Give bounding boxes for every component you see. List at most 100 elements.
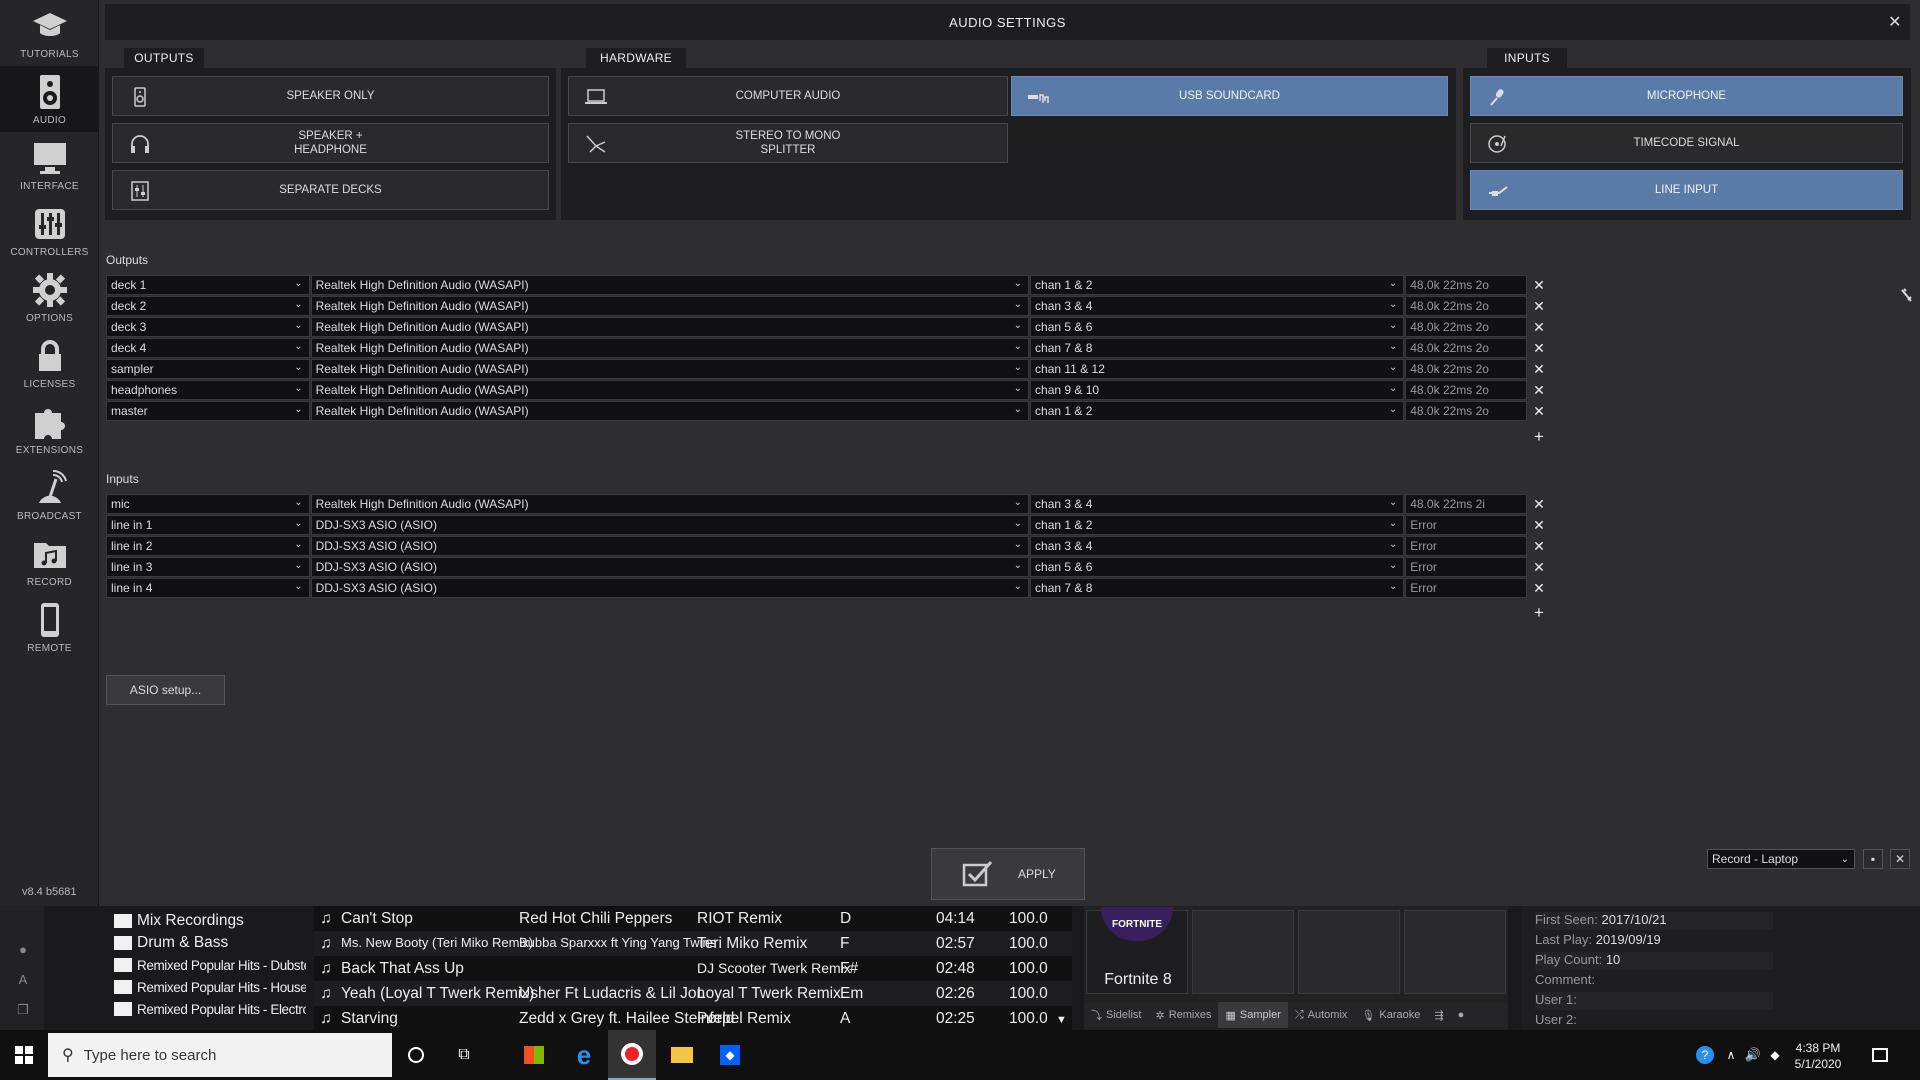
info-comment[interactable]: Comment: [1535,972,1773,990]
cortana-button[interactable] [392,1030,440,1080]
tab-remixes[interactable]: ✲ Remixes [1148,1002,1218,1028]
channel-pair-select[interactable]: chan 7 & 8 ⌄ [1030,578,1405,598]
remove-row-button[interactable]: ✕ [1528,494,1550,514]
channel-pair-select[interactable]: chan 1 & 2 ⌄ [1030,275,1405,295]
device-select[interactable]: Realtek High Definition Audio (WASAPI) ⌄ [310,401,1030,421]
remove-row-button[interactable]: ✕ [1528,557,1550,577]
dropbox-app[interactable]: ◆ [706,1030,754,1080]
channel-select[interactable]: line in 1 ⌄ [106,515,310,535]
tab-sidelist[interactable]: ⤵ Sidelist [1084,1002,1148,1028]
remove-row-button[interactable]: ✕ [1528,317,1550,337]
tab-karaoke[interactable]: 🎙 Karaoke [1354,1002,1427,1028]
close-button[interactable]: ✕ [1888,12,1902,32]
nav-options[interactable]: OPTIONS [0,264,99,330]
folder-item[interactable]: Remixed Popular Hits - Electro [114,998,306,1020]
asio-setup-button[interactable]: ASIO setup... [106,675,225,705]
device-select[interactable]: DDJ-SX3 ASIO (ASIO) ⌄ [310,578,1030,598]
taskbar-clock[interactable]: 4:38 PM 5/1/2020 [1788,1040,1848,1072]
channel-select[interactable]: line in 2 ⌄ [106,536,310,556]
info-user2[interactable]: User 2: [1535,1012,1773,1030]
channel-select[interactable]: deck 3 ⌄ [106,317,310,337]
sampler-pad-2[interactable] [1192,910,1294,994]
channel-pair-select[interactable]: chan 5 & 6 ⌄ [1030,317,1405,337]
dot-icon[interactable]: ● [12,942,34,962]
virtualdj-app[interactable] [608,1030,656,1080]
channel-pair-select[interactable]: chan 1 & 2 ⌄ [1030,401,1405,421]
folder-item[interactable]: Remixed Popular Hits - Dubstep [114,954,306,976]
remove-row-button[interactable]: ✕ [1528,401,1550,421]
track-row[interactable]: ♫ Ms. New Booty (Teri Miko Remix) Bubba Sp… [314,931,1072,956]
channel-select[interactable]: headphones ⌄ [106,380,310,400]
nav-extensions[interactable]: EXTENSIONS [0,396,99,462]
folder-item[interactable]: Drum & Bass [114,932,228,954]
sampler-pad-1[interactable]: FORTNITE Fortnite 8 [1086,907,1188,994]
scroll-down-icon[interactable]: ▼ [1056,1014,1067,1026]
store-app[interactable] [510,1030,558,1080]
computer-audio-button[interactable]: COMPUTER AUDIO [568,76,1008,116]
channel-select[interactable]: sampler ⌄ [106,359,310,379]
device-select[interactable]: DDJ-SX3 ASIO (ASIO) ⌄ [310,557,1030,577]
channel-pair-select[interactable]: chan 3 & 4 ⌄ [1030,296,1405,316]
window-icon[interactable]: ❐ [12,1002,34,1022]
text-size-icon[interactable]: A [12,972,34,992]
start-button[interactable] [0,1030,48,1080]
nav-interface[interactable]: INTERFACE [0,132,99,198]
device-select[interactable]: DDJ-SX3 ASIO (ASIO) ⌄ [310,515,1030,535]
speaker-headphone-button[interactable]: SPEAKER + HEADPHONE [112,123,549,163]
remove-row-button[interactable]: ✕ [1528,338,1550,358]
channel-pair-select[interactable]: chan 1 & 2 ⌄ [1030,515,1405,535]
line-input-button[interactable]: LINE INPUT [1470,170,1903,210]
channel-pair-select[interactable]: chan 11 & 12 ⌄ [1030,359,1405,379]
channel-select[interactable]: line in 3 ⌄ [106,557,310,577]
device-select[interactable]: Realtek High Definition Audio (WASAPI) ⌄ [310,380,1030,400]
channel-select[interactable]: line in 4 ⌄ [106,578,310,598]
channel-select[interactable]: deck 4 ⌄ [106,338,310,358]
remove-row-button[interactable]: ✕ [1528,275,1550,295]
folder-item[interactable]: Remixed Popular Hits - House [114,976,306,998]
channel-select[interactable]: master ⌄ [106,401,310,421]
track-row[interactable]: ♫ Starving Zedd x Grey ft. Hailee Steinfel… [314,1006,1072,1031]
add-input-button[interactable]: + [1528,603,1550,623]
sampler-pad-3[interactable] [1298,910,1400,994]
taskbar-search[interactable]: ⚲ Type here to search [48,1033,392,1077]
track-row[interactable]: ♫ Back That Ass Up DJ Scooter Twerk Remix F… [314,956,1072,981]
stereo-mono-splitter-button[interactable]: STEREO TO MONO SPLITTER [568,123,1008,163]
channel-select[interactable]: mic ⌄ [106,494,310,514]
remove-row-button[interactable]: ✕ [1528,536,1550,556]
channel-pair-select[interactable]: chan 9 & 10 ⌄ [1030,380,1405,400]
channel-pair-select[interactable]: chan 7 & 8 ⌄ [1030,338,1405,358]
sampler-pad-4[interactable] [1404,910,1506,994]
dropbox-tray[interactable]: ◆ [1764,1030,1786,1080]
separate-decks-button[interactable]: SEPARATE DECKS [112,170,549,210]
nav-licenses[interactable]: LICENSES [0,330,99,396]
usb-soundcard-button[interactable]: USB SOUNDCARD [1011,76,1448,116]
nav-controllers[interactable]: CONTROLLERS [0,198,99,264]
tab-sampler[interactable]: ▦ Sampler [1218,1002,1288,1028]
timecode-signal-button[interactable]: TIMECODE SIGNAL [1470,123,1903,163]
nav-tutorials[interactable]: TUTORIALS [0,0,99,66]
apply-button[interactable]: APPLY [931,848,1085,900]
tray-expand[interactable]: ∧ [1720,1030,1742,1080]
nav-remote[interactable]: REMOTE [0,594,99,660]
remove-row-button[interactable]: ✕ [1528,359,1550,379]
device-select[interactable]: Realtek High Definition Audio (WASAPI) ⌄ [310,275,1030,295]
tab-automix[interactable]: ⤮ Automix [1288,1002,1355,1028]
action-center-button[interactable] [1860,1030,1900,1080]
channel-pair-select[interactable]: chan 3 & 4 ⌄ [1030,536,1405,556]
folder-item[interactable]: Mix Recordings [114,910,244,932]
task-view-button[interactable]: ⧉ [440,1030,488,1080]
tab-dot[interactable]: ● [1451,1002,1472,1028]
track-row[interactable]: ♫ Yeah (Loyal T Twerk Remix) Usher Ft Luda… [314,981,1072,1006]
nav-record[interactable]: RECORD [0,528,99,594]
edge-app[interactable]: e [560,1030,608,1080]
speaker-only-button[interactable]: SPEAKER ONLY [112,76,549,116]
track-row[interactable]: ♫ Can't Stop Red Hot Chili Peppers RIOT Rem… [314,906,1072,931]
info-user1[interactable]: User 1: [1535,992,1773,1010]
remove-row-button[interactable]: ✕ [1528,578,1550,598]
tab-more[interactable]: ⇶ [1427,1002,1450,1028]
device-select[interactable]: DDJ-SX3 ASIO (ASIO) ⌄ [310,536,1030,556]
file-explorer-app[interactable] [658,1030,706,1080]
device-select[interactable]: Realtek High Definition Audio (WASAPI) ⌄ [310,359,1030,379]
channel-select[interactable]: deck 2 ⌄ [106,296,310,316]
microphone-button[interactable]: MICROPHONE [1470,76,1903,116]
